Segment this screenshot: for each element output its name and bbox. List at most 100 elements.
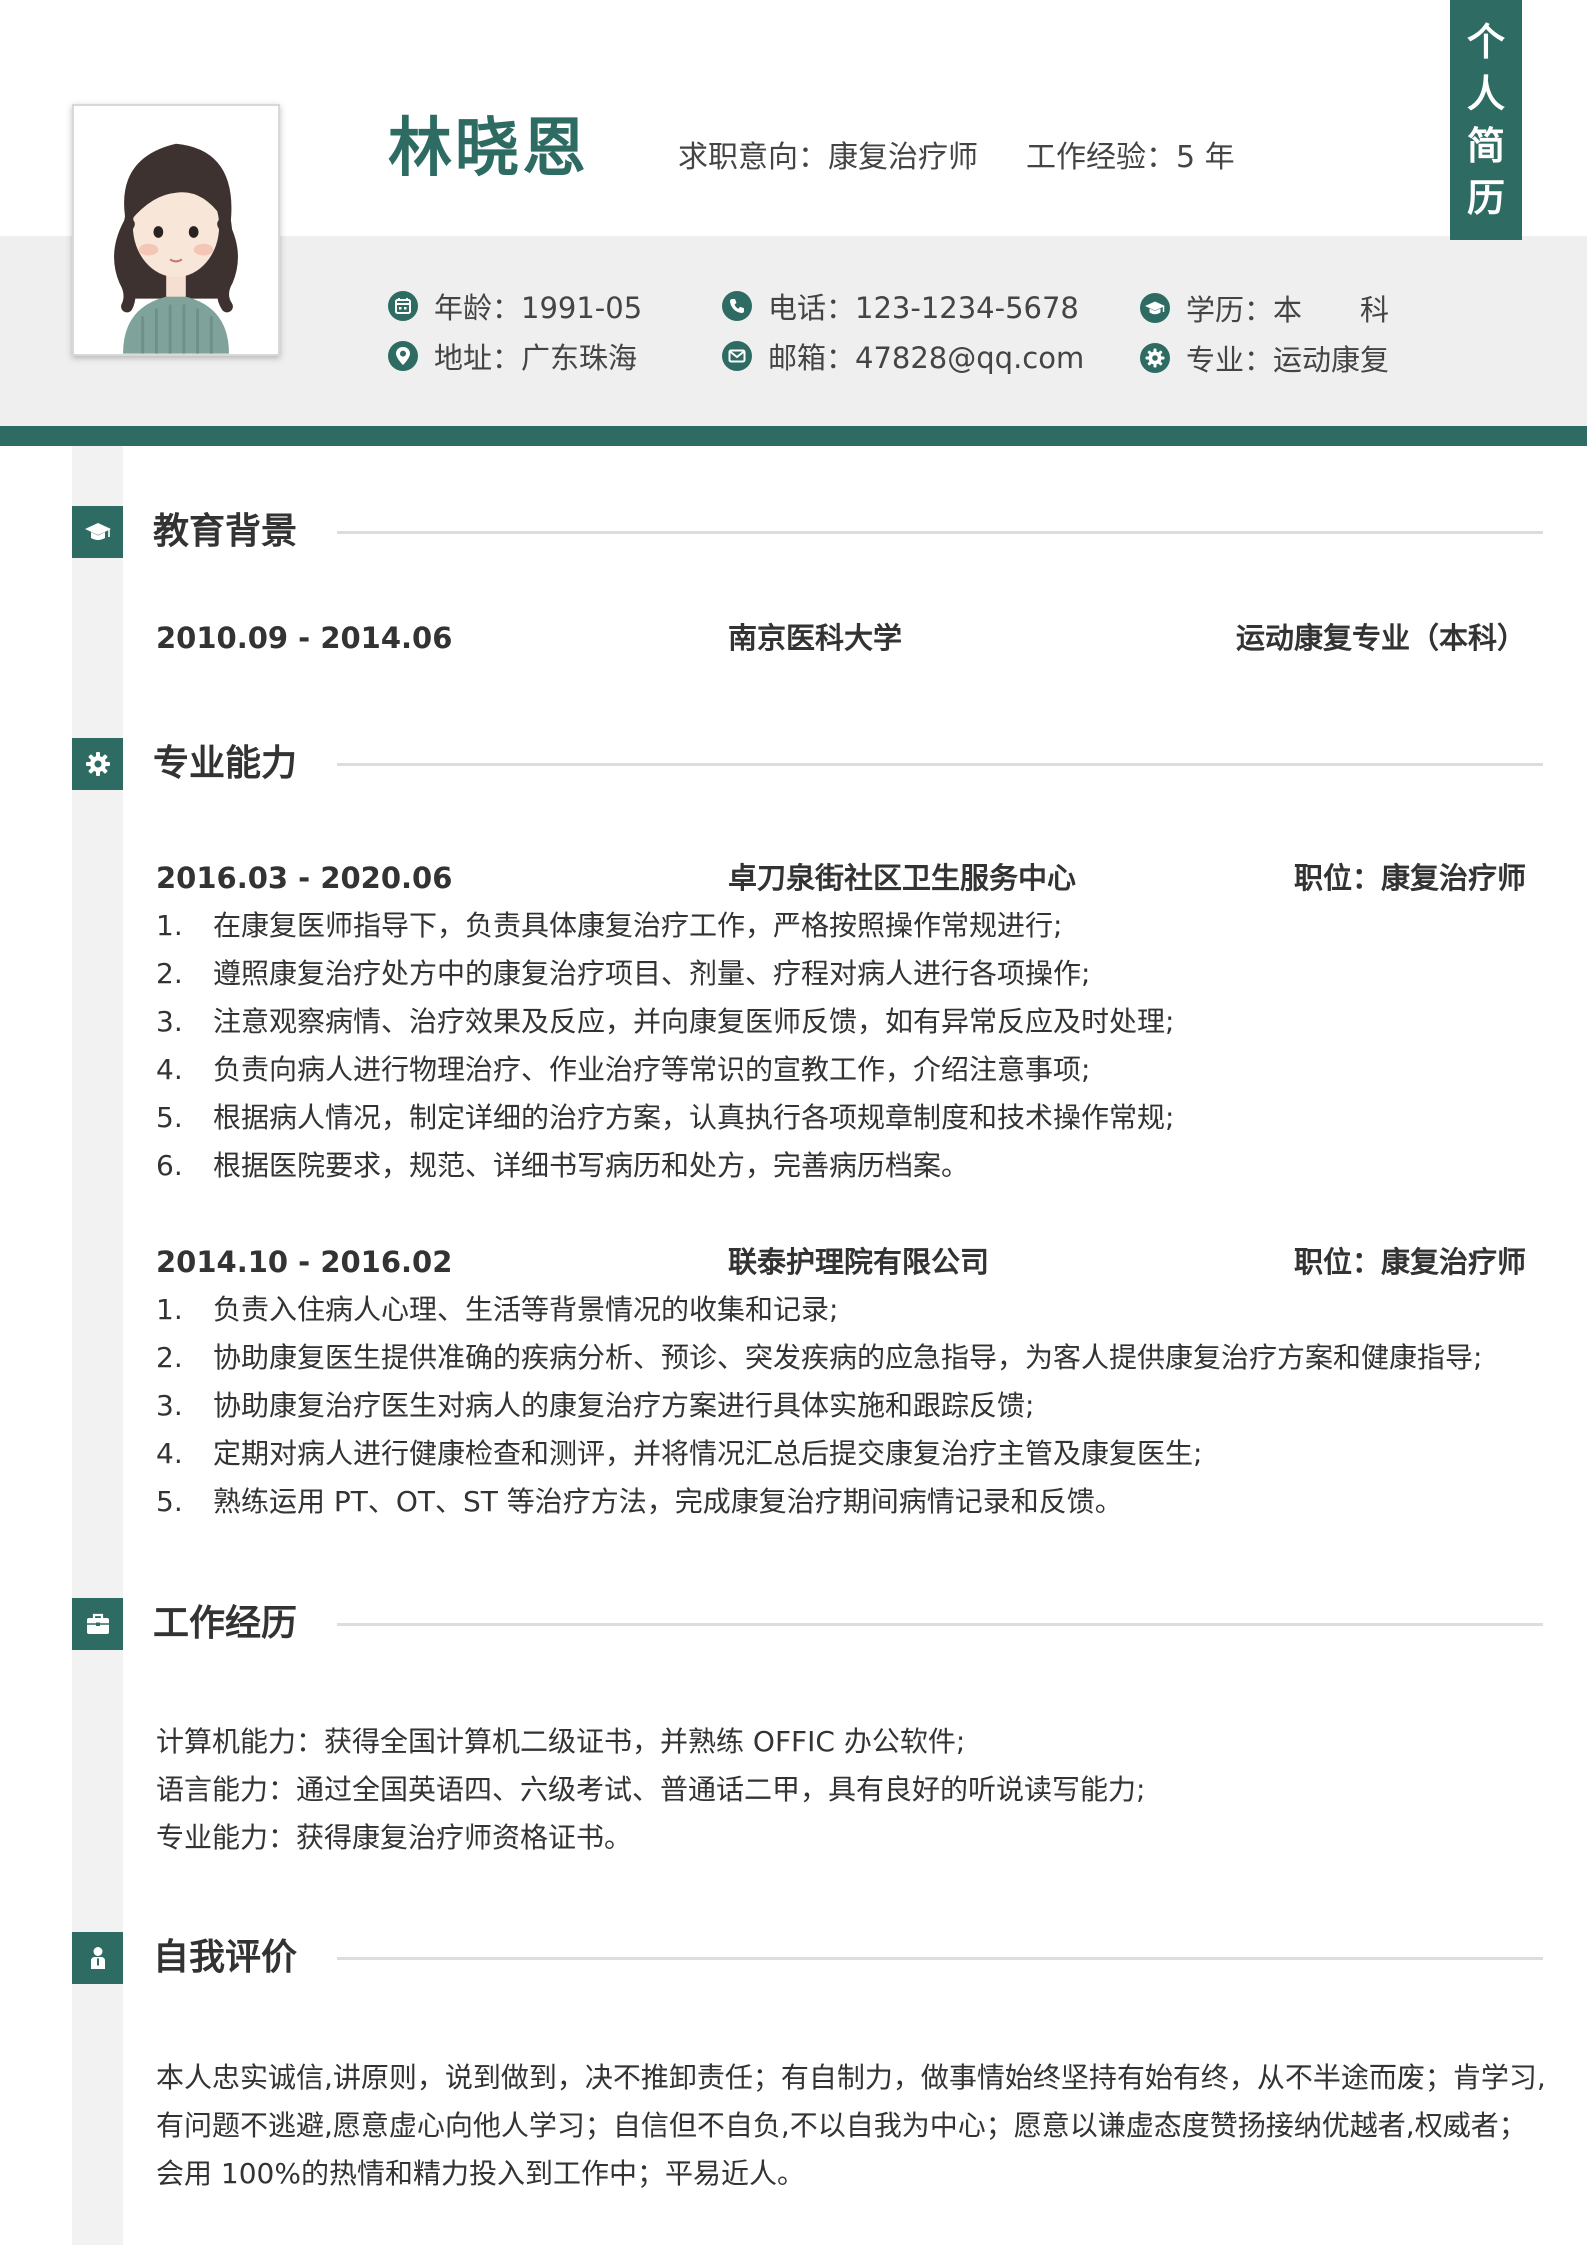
list-item-text: 定期对病人进行健康检查和测评，并将情况汇总后提交康复治疗主管及康复医生; (213, 1437, 1203, 1470)
section-title: 教育背景 (153, 511, 298, 552)
info-email: 邮箱：47828@qq.com (722, 336, 1084, 376)
section-education-header: 教育背景 (72, 506, 1544, 558)
list-item-number: 1. (156, 1293, 183, 1326)
list-item-number: 1. (156, 909, 183, 942)
section-icon-box (72, 1598, 123, 1650)
job-company: 联泰护理院有限公司 (728, 1245, 990, 1279)
section-divider (337, 763, 1543, 766)
list-item-text: 熟练运用 PT、OT、ST 等治疗方法，完成康复治疗期间病情记录和反馈。 (213, 1485, 1123, 1518)
info-age-text: 年龄：1991-05 (434, 291, 643, 325)
education-row: 2010.09 - 2014.06 南京医科大学 运动康复专业（本科） (156, 618, 1526, 658)
section-title: 工作经历 (153, 1603, 298, 1644)
graduation-cap-icon (83, 517, 113, 547)
resume-tag-char: 历 (1466, 176, 1505, 220)
info-major-text: 专业：运动康复 (1186, 343, 1390, 377)
info-education-text: 学历：本 科 (1186, 293, 1390, 327)
job-position: 职位：康复治疗师 (1293, 1245, 1526, 1279)
avatar-illustration (74, 106, 278, 354)
section-title: 自我评价 (153, 1937, 298, 1978)
job-row: 2014.10 - 2016.02 联泰护理院有限公司 职位：康复治疗师 (156, 1242, 1526, 1282)
resume-tag-char: 简 (1466, 124, 1505, 168)
info-address: 地址：广东珠海 (388, 336, 637, 376)
candidate-name: 林晓恩 (388, 112, 589, 186)
list-item-text: 在康复医师指导下，负责具体康复治疗工作，严格按照操作常规进行; (213, 909, 1063, 942)
list-item: 4. 负责向病人进行物理治疗、作业治疗等常识的宣教工作，介绍注意事项; (156, 1046, 1546, 1094)
list-item-text: 注意观察病情、治疗效果及反应，并向康复医师反馈，如有异常反应及时处理; (213, 1005, 1175, 1038)
gear-icon (83, 749, 113, 779)
envelope-icon (722, 341, 752, 371)
resume-tag-char: 个 (1466, 20, 1505, 64)
list-item: 1. 负责入住病人心理、生活等背景情况的收集和记录; (156, 1286, 1546, 1334)
education-period: 2010.09 - 2014.06 (156, 621, 453, 655)
resume-tag-char: 人 (1466, 72, 1505, 116)
list-item-number: 2. (156, 1341, 183, 1374)
info-education: 学历：本 科 (1140, 288, 1389, 328)
list-item-number: 3. (156, 1005, 183, 1038)
info-email-text: 邮箱：47828@qq.com (768, 341, 1085, 375)
self-evaluation-text: 本人忠实诚信,讲原则，说到做到，决不推卸责任；有自制力，做事情始终坚持有始有终，… (156, 2054, 1546, 2198)
section-icon-box (72, 1932, 123, 1984)
resume-tag: 个 人 简 历 (1450, 0, 1522, 240)
list-item: 6. 根据医院要求，规范、详细书写病历和处方，完善病历档案。 (156, 1142, 1546, 1190)
section-divider (337, 1623, 1543, 1626)
list-item: 2. 遵照康复治疗处方中的康复治疗项目、剂量、疗程对病人进行各项操作; (156, 950, 1546, 998)
section-divider (337, 1957, 1543, 1960)
list-item-text: 协助康复治疗医生对病人的康复治疗方案进行具体实施和跟踪反馈; (213, 1389, 1035, 1422)
info-age: 年龄：1991-05 (388, 286, 642, 326)
job-intent: 求职意向：康复治疗师 (678, 140, 978, 175)
paragraph-line: 语言能力：通过全国英语四、六级考试、普通话二甲，具有良好的听说读写能力; (156, 1773, 1146, 1806)
header-divider-bar (0, 426, 1587, 446)
list-item: 3. 注意观察病情、治疗效果及反应，并向康复医师反馈，如有异常反应及时处理; (156, 998, 1546, 1046)
gear-icon (1140, 343, 1170, 373)
graduation-cap-icon (1140, 293, 1170, 323)
location-pin-icon (388, 341, 418, 371)
section-icon-box (72, 506, 123, 558)
job-duties-list: 1. 负责入住病人心理、生活等背景情况的收集和记录; 2. 协助康复医生提供准确的疾… (156, 1286, 1546, 1526)
list-item: 4. 定期对病人进行健康检查和测评，并将情况汇总后提交康复治疗主管及康复医生; (156, 1430, 1546, 1478)
job-company: 卓刀泉街社区卫生服务中心 (728, 861, 1077, 895)
list-item: 5. 熟练运用 PT、OT、ST 等治疗方法，完成康复治疗期间病情记录和反馈。 (156, 1478, 1546, 1526)
education-school: 南京医科大学 (728, 621, 903, 655)
paragraph-line: 本人忠实诚信,讲原则，说到做到，决不推卸责任；有自制力，做事情始终坚持有始有终，… (156, 2061, 1546, 2094)
info-phone-text: 电话：123-1234-5678 (768, 291, 1079, 325)
list-item-number: 6. (156, 1149, 183, 1182)
list-item-text: 根据病人情况，制定详细的治疗方案，认真执行各项规章制度和技术操作常规; (213, 1101, 1175, 1134)
list-item: 5. 根据病人情况，制定详细的治疗方案，认真执行各项规章制度和技术操作常规; (156, 1094, 1546, 1142)
list-item-number: 5. (156, 1485, 183, 1518)
info-address-text: 地址：广东珠海 (434, 341, 638, 375)
avatar (72, 104, 280, 356)
paragraph-line: 会用 100%的热情和精力投入到工作中；平易近人。 (156, 2157, 805, 2190)
job-period: 2016.03 - 2020.06 (156, 861, 453, 895)
paragraph-line: 有问题不逃避,愿意虚心向他人学习；自信但不自负,不以自我为中心；愿意以谦虚态度赞… (156, 2109, 1527, 2142)
list-item: 1. 在康复医师指导下，负责具体康复治疗工作，严格按照操作常规进行; (156, 902, 1546, 950)
education-major: 运动康复专业（本科） (1235, 621, 1526, 655)
list-item-text: 负责入住病人心理、生活等背景情况的收集和记录; (213, 1293, 839, 1326)
job-row: 2016.03 - 2020.06 卓刀泉街社区卫生服务中心 职位：康复治疗师 (156, 858, 1526, 898)
list-item-text: 协助康复医生提供准确的疾病分析、预诊、突发疾病的应急指导，为客人提供康复治疗方案… (213, 1341, 1483, 1374)
paragraph-line: 专业能力：获得康复治疗师资格证书。 (156, 1821, 633, 1854)
list-item-text: 负责向病人进行物理治疗、作业治疗等常识的宣教工作，介绍注意事项; (213, 1053, 1091, 1086)
job-duties-list: 1. 在康复医师指导下，负责具体康复治疗工作，严格按照操作常规进行; 2. 遵照康复… (156, 902, 1546, 1190)
job-period: 2014.10 - 2016.02 (156, 1245, 453, 1279)
info-phone: 电话：123-1234-5678 (722, 286, 1079, 326)
section-self-header: 自我评价 (72, 1932, 1544, 1984)
section-divider (337, 531, 1543, 534)
list-item: 3. 协助康复治疗医生对病人的康复治疗方案进行具体实施和跟踪反馈; (156, 1382, 1546, 1430)
list-item-number: 3. (156, 1389, 183, 1422)
job-position: 职位：康复治疗师 (1293, 861, 1526, 895)
list-item-text: 根据医院要求，规范、详细书写病历和处方，完善病历档案。 (213, 1149, 970, 1182)
list-item-number: 4. (156, 1053, 183, 1086)
calendar-icon (388, 291, 418, 321)
person-icon (83, 1943, 113, 1973)
section-icon-box (72, 738, 123, 790)
briefcase-icon (83, 1609, 113, 1639)
section-skills-header: 专业能力 (72, 738, 1544, 790)
list-item-number: 5. (156, 1101, 183, 1134)
work-skills-text: 计算机能力：获得全国计算机二级证书，并熟练 OFFIC 办公软件; 语言能力：通… (156, 1718, 1546, 1862)
list-item-number: 2. (156, 957, 183, 990)
info-major: 专业：运动康复 (1140, 338, 1389, 378)
section-title: 专业能力 (153, 743, 298, 784)
phone-icon (722, 291, 752, 321)
paragraph-line: 计算机能力：获得全国计算机二级证书，并熟练 OFFIC 办公软件; (156, 1725, 966, 1758)
list-item-text: 遵照康复治疗处方中的康复治疗项目、剂量、疗程对病人进行各项操作; (213, 957, 1091, 990)
